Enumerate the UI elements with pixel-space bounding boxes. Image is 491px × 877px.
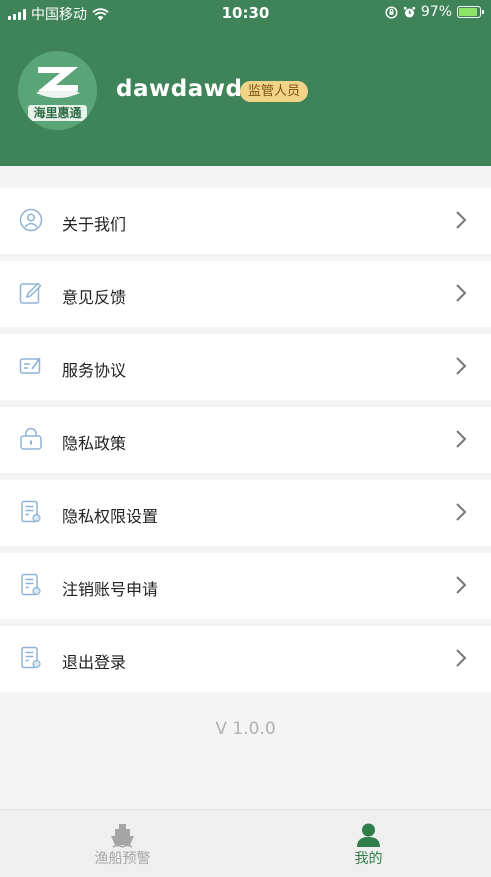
tab-label: 我的: [354, 851, 383, 867]
menu-item-label: 隐私权限设置: [62, 507, 159, 526]
menu-item-label: 意见反馈: [62, 288, 127, 307]
menu-item-label: 退出登录: [62, 653, 127, 672]
chevron-right-icon: [456, 503, 467, 521]
chevron-right-icon: [456, 430, 467, 448]
document-icon: [21, 500, 41, 523]
chevron-right-icon: [456, 649, 467, 667]
alarm-icon: [403, 6, 416, 17]
chevron-right-icon: [456, 284, 467, 302]
menu-item-label: 隐私政策: [62, 434, 127, 453]
avatar[interactable]: 海里惠通: [18, 51, 97, 130]
menu-item-label: 关于我们: [62, 215, 127, 234]
app-version: V 1.0.0: [215, 719, 276, 739]
tab-fishing-boat-alert[interactable]: 渔船预警: [0, 810, 245, 877]
status-bar: 中国移动 10:30 97%: [0, 0, 491, 26]
menu-item-label: 服务协议: [62, 361, 127, 380]
rotation-lock-icon: [385, 5, 398, 19]
ship-icon: [111, 824, 134, 848]
document-icon: [21, 573, 41, 596]
lock-icon: [20, 427, 42, 450]
chevron-right-icon: [456, 357, 467, 375]
battery-icon: [457, 6, 484, 18]
person-icon: [19, 208, 43, 232]
chevron-right-icon: [456, 576, 467, 594]
tab-mine[interactable]: 我的: [246, 810, 491, 877]
user-icon: [357, 823, 380, 847]
username: dawdawd: [116, 76, 243, 102]
profile-header: 中国移动 10:30 97% 海里惠通 dawdawd 监管人员: [0, 0, 491, 166]
menu-item-label: 注销账号申请: [62, 580, 159, 599]
menu-item-account-deletion[interactable]: 注销账号申请: [0, 553, 491, 619]
avatar-logo-text: 海里惠通: [28, 105, 87, 121]
menu-item-privacy-policy[interactable]: 隐私政策: [0, 407, 491, 473]
menu-item-feedback[interactable]: 意见反馈: [0, 261, 491, 327]
role-badge: 监管人员: [240, 81, 309, 102]
menu-item-logout[interactable]: 退出登录: [0, 626, 491, 692]
tab-bar: 渔船预警 我的: [0, 809, 491, 877]
menu-item-privacy-permissions[interactable]: 隐私权限设置: [0, 480, 491, 546]
menu-item-service-agreement[interactable]: 服务协议: [0, 334, 491, 400]
document-icon: [21, 646, 41, 669]
battery-percent: 97%: [420, 4, 452, 20]
agreement-icon: [19, 357, 41, 374]
settings-menu: 关于我们 意见反馈 服务协议 隐私政策 隐私权限设置 注销账号申请 退出登录: [0, 188, 491, 699]
menu-item-about-us[interactable]: 关于我们: [0, 188, 491, 254]
edit-icon: [19, 282, 42, 304]
tab-label: 渔船预警: [94, 851, 151, 867]
chevron-right-icon: [456, 211, 467, 229]
